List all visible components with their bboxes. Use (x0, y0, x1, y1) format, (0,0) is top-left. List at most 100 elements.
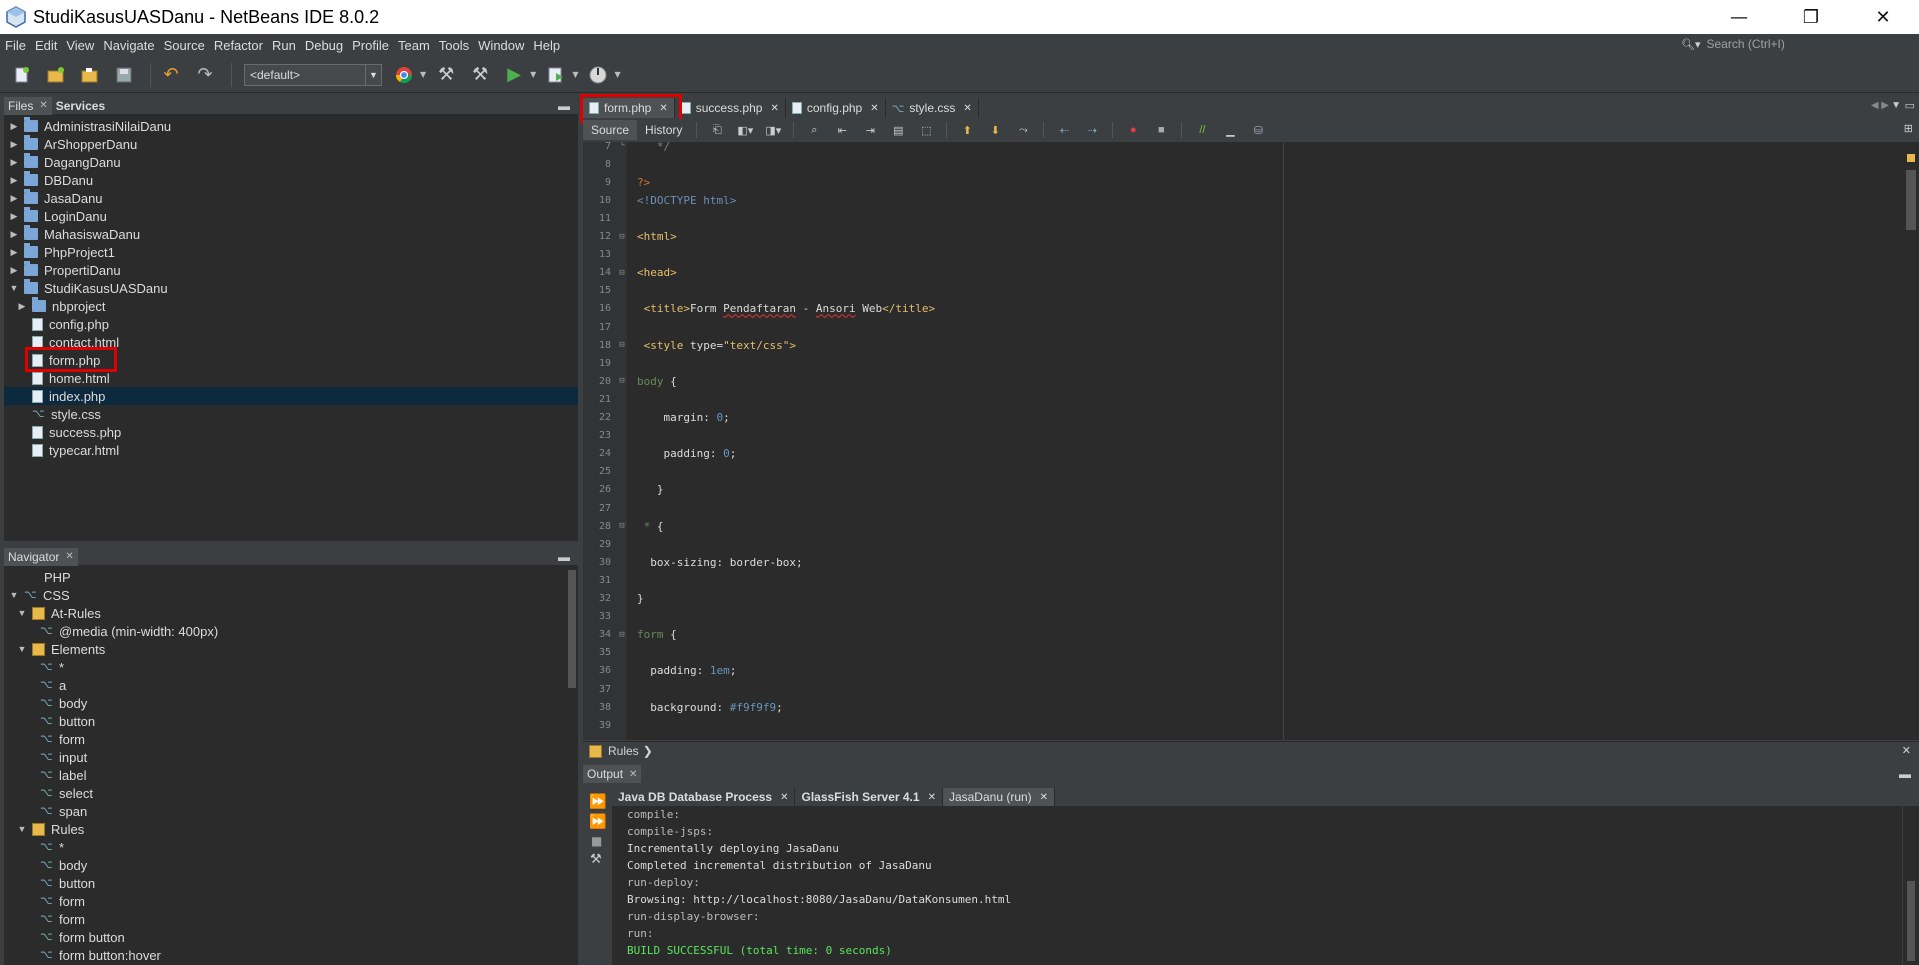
code-line[interactable]: 28 ⊟ * { (583, 517, 1903, 535)
menu-source[interactable]: Source (164, 38, 205, 53)
expand-arrow-icon[interactable]: ▶ (8, 247, 20, 258)
restore-button[interactable]: ❐ (1775, 0, 1847, 34)
previous-bookmark-icon[interactable]: ⬆ (959, 123, 975, 137)
run-project-icon[interactable]: ▶ (500, 61, 528, 89)
redo-icon[interactable]: ↷ (191, 61, 219, 89)
configuration-select[interactable]: <default> ▼ (244, 63, 382, 86)
menu-edit[interactable]: Edit (35, 38, 57, 53)
navigator-item[interactable]: ⌥ form button:hover (4, 946, 578, 964)
tab-glassfish[interactable]: GlassFish Server 4.1 ✕ (795, 788, 943, 806)
project-node[interactable]: ▶ PhpProject1 (4, 243, 578, 261)
shift-left-icon[interactable]: ⇠ (1056, 123, 1072, 137)
code-line[interactable]: 27 (583, 499, 1903, 517)
code-line[interactable]: 23 (583, 427, 1903, 445)
fold-toggle-icon[interactable]: ⊟ (615, 268, 629, 278)
back-icon[interactable]: ◧▾ (737, 123, 753, 137)
tab-navigator[interactable]: Navigator ✕ (4, 548, 78, 566)
file-node[interactable]: typecar.html (4, 441, 578, 459)
fold-toggle-icon[interactable]: ⊟ (615, 521, 629, 531)
menu-window[interactable]: Window (478, 38, 524, 53)
project-node[interactable]: ▶ JasaDanu (4, 189, 578, 207)
code-line[interactable]: 11 (583, 209, 1903, 227)
menu-navigate[interactable]: Navigate (103, 38, 154, 53)
code-line[interactable]: 25 (583, 463, 1903, 481)
file-node-selected[interactable]: index.php (4, 387, 578, 405)
close-icon[interactable]: ✕ (1040, 792, 1048, 803)
settings-icon[interactable]: ⚒ (590, 852, 611, 867)
collapse-arrow-icon[interactable]: ▼ (8, 590, 20, 600)
tab-services[interactable]: Services (52, 97, 109, 115)
close-icon[interactable]: ✕ (65, 551, 73, 562)
navigator-item[interactable]: ⌥ form (4, 892, 578, 910)
code-line[interactable]: 33 (583, 608, 1903, 626)
code-line[interactable]: 19 (583, 354, 1903, 372)
code-line[interactable]: 26 } (583, 481, 1903, 499)
code-editor[interactable]: 7 └ */ 8 9 ?> 10 <!DOCTYPE html> 11 12 ⊟ <html> 13 1… (583, 142, 1903, 740)
close-icon[interactable]: ✕ (629, 769, 637, 780)
navigator-item[interactable]: ⌥ button (4, 712, 578, 730)
file-node[interactable]: home.html (4, 369, 578, 387)
navigator-item[interactable]: ⌥ body (4, 856, 578, 874)
project-node[interactable]: ▶ ArShopperDanu (4, 135, 578, 153)
project-node[interactable]: ▶ LoginDanu (4, 207, 578, 225)
navigator-item[interactable]: ⌥ form (4, 910, 578, 928)
expand-arrow-icon[interactable]: ▶ (8, 139, 20, 150)
menu-help[interactable]: Help (533, 38, 560, 53)
expand-arrow-icon[interactable]: ▶ (8, 157, 20, 168)
tab-success-php[interactable]: success.php ✕ (675, 98, 786, 118)
code-line[interactable]: 38 background: #f9f9f9; (583, 698, 1903, 716)
project-node-open[interactable]: ▼ StudiKasusUASDanu (4, 279, 578, 297)
menu-debug[interactable]: Debug (305, 38, 343, 53)
navigator-item[interactable]: ⌥ form button (4, 928, 578, 946)
next-bookmark-icon[interactable]: ⬇ (987, 123, 1003, 137)
menu-file[interactable]: File (5, 38, 26, 53)
menu-refactor[interactable]: Refactor (214, 38, 263, 53)
navigator-item[interactable]: ⌥ input (4, 748, 578, 766)
chevron-down-icon[interactable]: ▼ (614, 70, 620, 79)
new-file-icon[interactable] (8, 61, 36, 89)
output-console[interactable]: compile: compile-jsps: Incrementally deplo… (612, 806, 1902, 965)
navigator-item[interactable]: ⌥ a (4, 676, 578, 694)
close-icon[interactable]: ✕ (780, 792, 788, 803)
code-line[interactable]: 21 (583, 390, 1903, 408)
menu-team[interactable]: Team (398, 38, 430, 53)
code-line[interactable]: 12 ⊟ <html> (583, 228, 1903, 246)
tab-source[interactable]: Source (583, 120, 638, 140)
find-next-icon[interactable]: ⇥ (862, 123, 878, 137)
file-node[interactable]: ⌥ style.css (4, 405, 578, 423)
minimize-panel-icon[interactable]: ▬ (1899, 767, 1911, 781)
expand-arrow-icon[interactable]: ▶ (8, 229, 20, 240)
collapse-arrow-icon[interactable]: ▼ (16, 824, 28, 834)
project-node[interactable]: ▶ MahasiswaDanu (4, 225, 578, 243)
navigator-item[interactable]: ⌥ span (4, 802, 578, 820)
file-node-form[interactable]: form.php (4, 347, 578, 372)
collapse-arrow-icon[interactable]: ▼ (16, 608, 28, 618)
find-icon[interactable]: ⌕ (806, 123, 822, 137)
save-all-icon[interactable] (110, 61, 138, 89)
editor-scrollbar[interactable] (1903, 142, 1919, 740)
navigator-item[interactable]: ⌥ button (4, 874, 578, 892)
code-line[interactable]: 36 padding: 1em; (583, 662, 1903, 680)
navigator-item[interactable]: ⌥ * (4, 838, 578, 856)
code-line[interactable]: 10 <!DOCTYPE html> (583, 191, 1903, 209)
fold-toggle-icon[interactable]: ⊟ (615, 630, 629, 640)
navigator-scrollbar[interactable] (568, 570, 576, 688)
close-icon[interactable]: ✕ (770, 103, 778, 114)
toggle-bookmark-icon[interactable]: ⤳ (1015, 123, 1031, 137)
tab-history[interactable]: History (637, 120, 690, 140)
code-line[interactable]: 31 (583, 571, 1903, 589)
tab-list-icon[interactable]: ▼ (1891, 100, 1901, 111)
tab-form-php[interactable]: form.php ✕ (580, 94, 682, 123)
rectangular-selection-icon[interactable]: ⬚ (918, 123, 934, 137)
forward-icon[interactable]: ◨▾ (765, 123, 781, 137)
chevron-down-icon[interactable]: ▼ (420, 70, 426, 79)
open-project-icon[interactable] (76, 61, 104, 89)
breadcrumb-rules[interactable]: Rules (608, 744, 639, 758)
file-node[interactable]: config.php (4, 315, 578, 333)
navigator-item[interactable]: ▼ ⌥ CSS (4, 586, 578, 604)
search-input[interactable]: Search (Ctrl+I) (1707, 37, 1785, 51)
tab-java-db[interactable]: Java DB Database Process ✕ (612, 788, 796, 806)
comment-icon[interactable]: // (1194, 123, 1210, 137)
expand-arrow-icon[interactable]: ▶ (8, 121, 20, 132)
menu-run[interactable]: Run (272, 38, 296, 53)
